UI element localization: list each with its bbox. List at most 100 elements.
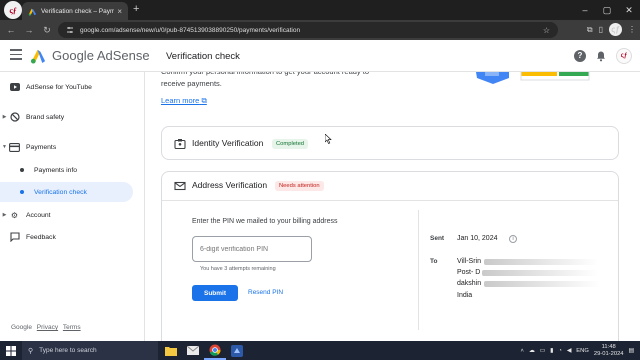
status-badge-completed: Completed <box>272 139 309 149</box>
resend-pin-link[interactable]: Resend PIN <box>248 289 283 296</box>
status-badge-needs-attention: Needs attention <box>275 181 324 191</box>
battery-icon[interactable]: ▮ <box>550 348 553 354</box>
sidebar-item-verification-check[interactable]: Verification check <box>0 182 133 202</box>
account-avatar[interactable]: ςƒ <box>616 48 632 64</box>
extensions-icon[interactable]: ⧉ <box>587 25 593 35</box>
sidebar-item-label: Payments info <box>34 166 78 174</box>
volume-icon[interactable]: ◀ <box>567 348 571 354</box>
sidebar-item-label: Payments <box>26 143 57 151</box>
url-text: google.com/adsense/new/u/0/pub-874513903… <box>80 26 301 34</box>
address-line: India <box>457 292 473 299</box>
privacy-link[interactable]: Privacy <box>37 324 58 331</box>
id-badge-icon <box>174 139 186 150</box>
address-line: dakshin <box>457 280 482 287</box>
sidebar-item-label: AdSense for YouTube <box>26 83 92 91</box>
page-title: Verification check <box>166 51 240 62</box>
terms-link[interactable]: Terms <box>63 324 81 331</box>
gear-icon: ⚙ <box>10 210 19 220</box>
clock-date: 29-01-2024 <box>593 350 624 357</box>
address-line: Vill-Srin <box>457 258 481 265</box>
expand-caret-icon[interactable]: ▶ <box>0 114 9 120</box>
network-icon[interactable]: ▭ <box>540 348 545 354</box>
sidebar-item-label: Verification check <box>34 188 87 196</box>
pin-label: Enter the PIN we mailed to your billing … <box>192 218 338 225</box>
language-indicator[interactable]: ENG <box>576 348 589 354</box>
redacted-text <box>484 281 600 287</box>
sidebar-item-label: Feedback <box>26 233 56 241</box>
header-actions: ? ςƒ <box>574 48 632 64</box>
sidebar-item-payments-info[interactable]: Payments info <box>0 160 133 180</box>
notification-center-icon[interactable]: ▤ <box>629 348 634 354</box>
sidebar-item-adsense-for-youtube[interactable]: AdSense for YouTube <box>0 77 133 97</box>
pin-input[interactable] <box>192 236 312 262</box>
taskbar-apps <box>160 341 248 360</box>
bullet-icon <box>20 190 24 194</box>
expand-caret-icon[interactable]: ▶ <box>0 212 9 218</box>
onedrive-icon[interactable]: ☁ <box>529 348 535 354</box>
browser-tab[interactable]: Verification check – Payments × <box>22 2 128 20</box>
collapse-caret-icon[interactable]: ▼ <box>0 144 9 150</box>
sidebar-item-label: Account <box>26 211 51 219</box>
intro-text: Confirm your personal information to get… <box>161 72 369 88</box>
sidebar-item-brand-safety[interactable]: ▶ Brand safety <box>0 107 133 127</box>
file-explorer-icon[interactable] <box>160 341 182 360</box>
wifi-icon[interactable]: ◔ <box>558 348 562 354</box>
verification-illustration <box>476 72 590 84</box>
back-icon[interactable]: ← <box>4 25 18 35</box>
brand-name: Google AdSense <box>52 48 150 63</box>
footer-google: Google <box>11 324 32 331</box>
mouse-cursor-icon <box>325 134 332 144</box>
sidebar-item-account[interactable]: ▶ ⚙ Account <box>0 205 133 225</box>
sidebar-item-payments[interactable]: ▼ Payments <box>0 137 133 157</box>
chrome-app-icon[interactable] <box>204 341 226 360</box>
column-divider <box>418 210 419 330</box>
side-panel-icon[interactable]: ▯ <box>599 25 603 34</box>
sidebar-item-feedback[interactable]: Feedback <box>0 227 133 247</box>
bullet-icon <box>20 168 24 172</box>
maximize-button[interactable]: ▢ <box>596 0 618 20</box>
main-content: Confirm your personal information to get… <box>145 72 640 341</box>
tab-title: Verification check – Payments <box>41 7 115 15</box>
mail-app-icon[interactable] <box>182 341 204 360</box>
feedback-icon <box>9 232 20 243</box>
learn-more-link[interactable]: Learn more ⧉ <box>161 96 207 106</box>
redacted-text <box>484 259 598 265</box>
taskbar-search[interactable]: ⚲ Type here to search <box>22 341 158 360</box>
app-icon[interactable] <box>226 341 248 360</box>
block-icon <box>9 112 20 123</box>
sidebar-item-label: Brand safety <box>26 113 65 121</box>
identity-verification-card[interactable]: Identity Verification Completed <box>161 126 619 160</box>
window-controls: – ▢ ✕ <box>574 0 640 20</box>
browser-profile-icon[interactable]: ςƒ <box>4 1 22 19</box>
external-link-icon: ⧉ <box>201 96 207 105</box>
submit-button[interactable]: Submit <box>192 285 238 301</box>
reload-icon[interactable]: ↻ <box>40 25 54 36</box>
address-bar[interactable]: google.com/adsense/new/u/0/pub-874513903… <box>58 22 558 38</box>
bookmark-star-icon[interactable]: ☆ <box>543 26 550 35</box>
windows-start-icon[interactable] <box>0 341 22 360</box>
app-header: Google AdSense Verification check ? ςƒ <box>0 40 640 72</box>
profile-avatar[interactable]: ςƒ <box>609 23 622 36</box>
tab-close-icon[interactable]: × <box>117 7 122 16</box>
address-title: Address Verification <box>192 180 268 190</box>
close-window-button[interactable]: ✕ <box>618 0 640 20</box>
taskbar-search-placeholder: Type here to search <box>39 347 97 354</box>
hamburger-menu-icon[interactable] <box>10 49 22 61</box>
identity-title: Identity Verification <box>192 138 264 148</box>
browser-menu-icon[interactable]: ⋮ <box>628 25 636 34</box>
info-icon[interactable]: i <box>509 235 517 243</box>
adsense-logo-icon <box>30 49 46 64</box>
browser-tools: ⧉ ▯ ςƒ ⋮ <box>587 23 636 36</box>
to-label: To <box>430 258 438 265</box>
mail-icon <box>174 181 186 191</box>
taskbar: ⚲ Type here to search ˄ ☁ ▭ ▮ ◔ ◀ ENG 11… <box>0 341 640 360</box>
forward-icon[interactable]: → <box>22 25 36 35</box>
notifications-bell-icon[interactable] <box>595 50 607 62</box>
show-hidden-icons-icon[interactable]: ˄ <box>520 348 523 354</box>
minimize-button[interactable]: – <box>574 0 596 20</box>
site-info-icon[interactable] <box>66 26 74 34</box>
help-icon[interactable]: ? <box>574 50 586 62</box>
clock[interactable]: 11:48 29-01-2024 <box>594 344 624 358</box>
new-tab-button[interactable]: + <box>133 3 139 15</box>
payments-icon <box>9 142 20 153</box>
